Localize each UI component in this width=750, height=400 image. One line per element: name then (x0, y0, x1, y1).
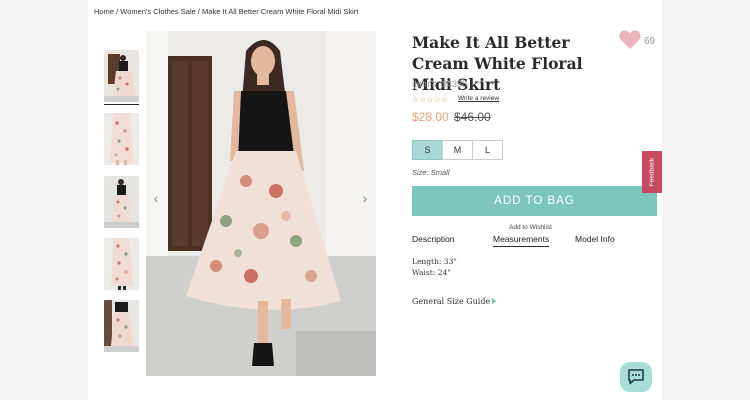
rating-stars[interactable]: ☆☆☆☆☆ (412, 95, 448, 104)
heart-icon[interactable] (619, 30, 641, 50)
feedback-tab[interactable]: Feedback (642, 151, 662, 193)
main-product-image[interactable] (146, 31, 376, 376)
size-guide-link[interactable]: General Size Guide (412, 297, 497, 306)
product-tabs: Description Measurements Model Info (412, 234, 657, 250)
thumbnail-3[interactable] (104, 176, 139, 228)
breadcrumb: Home / Women's Clothes Sale / Make It Al… (94, 7, 358, 16)
tab-measurements[interactable]: Measurements (493, 234, 550, 247)
add-to-bag-button[interactable]: ADD TO BAG (412, 186, 657, 216)
size-option-l[interactable]: L (472, 140, 503, 160)
breadcrumb-current: Make It All Better Cream White Floral Mi… (202, 7, 359, 16)
thumbnail-1[interactable] (104, 50, 139, 102)
triangle-right-icon (492, 298, 497, 304)
tab-model-info[interactable]: Model Info (575, 234, 615, 244)
thumbnail-2[interactable] (104, 113, 139, 165)
original-price: $46.00 (454, 110, 491, 124)
thumbnail-4[interactable] (104, 238, 139, 290)
size-selector: S M L (412, 140, 503, 160)
likes-count: 69 (644, 36, 656, 47)
chevron-right-icon[interactable]: › (360, 190, 370, 206)
sale-price: $28.00 (412, 110, 449, 124)
breadcrumb-category[interactable]: Women's Clothes Sale (120, 7, 196, 16)
chevron-left-icon[interactable]: ‹ (151, 190, 161, 206)
measurement-length: Length: 33" (412, 257, 457, 266)
breadcrumb-home[interactable]: Home (94, 7, 114, 16)
chat-button[interactable] (620, 362, 652, 392)
feedback-label: Feedback (648, 157, 656, 187)
size-guide-label: General Size Guide (412, 297, 491, 306)
write-review-link[interactable]: Write a review (458, 95, 499, 102)
selected-size-label: Size: Small (412, 168, 450, 177)
size-option-m[interactable]: M (442, 140, 473, 160)
measurement-waist: Waist: 24" (412, 268, 451, 277)
thumbnail-5[interactable] (104, 300, 139, 352)
item-number: Item #: 94358 (412, 79, 468, 89)
add-to-wishlist-link[interactable]: Add to Wishlist (509, 224, 552, 231)
size-option-s[interactable]: S (412, 140, 443, 160)
tab-description[interactable]: Description (412, 234, 455, 244)
chat-icon (628, 369, 644, 385)
thumbnail-active-underline (104, 104, 139, 105)
measurements-panel: Length: 33" Waist: 24" (412, 256, 457, 278)
